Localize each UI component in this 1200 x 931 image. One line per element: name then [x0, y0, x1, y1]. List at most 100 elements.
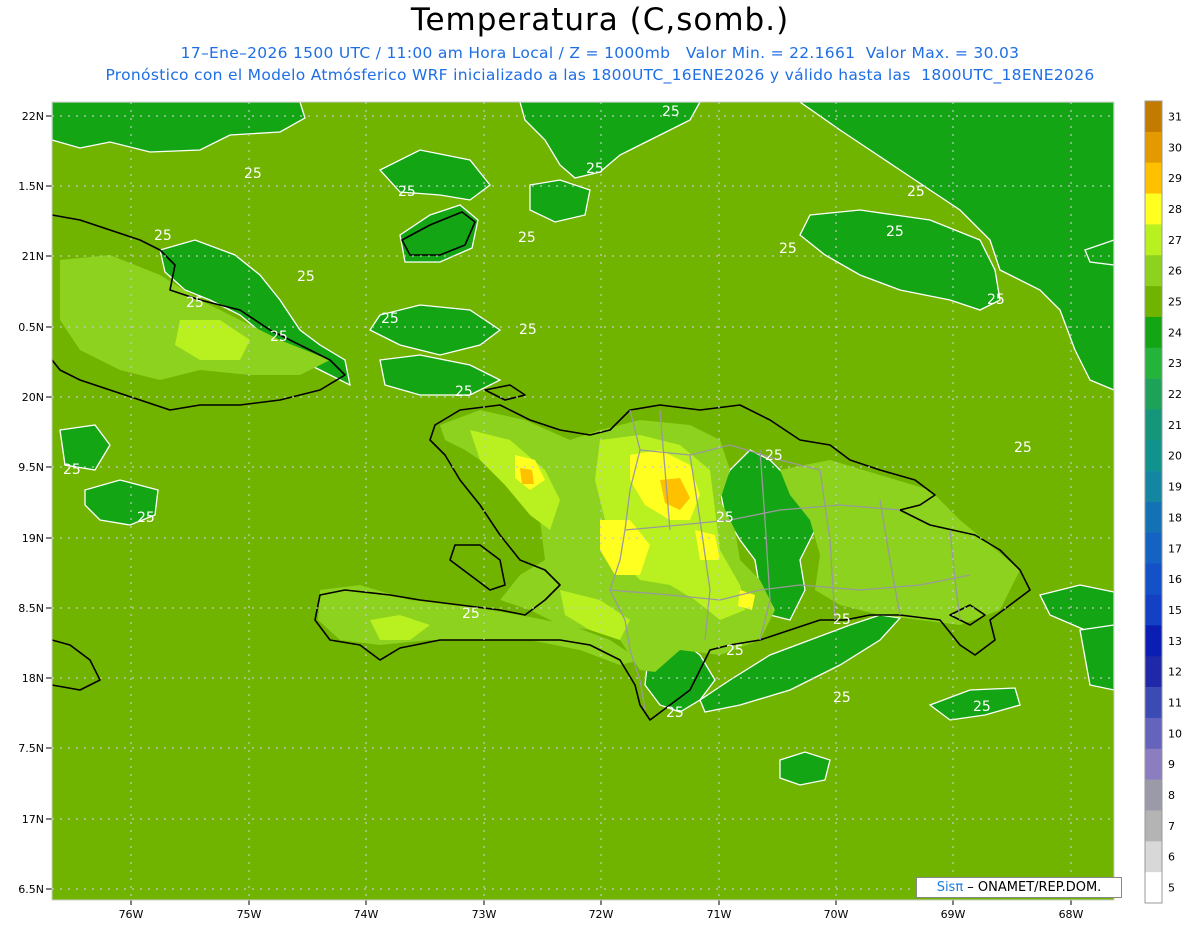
- lat-label: 22N: [22, 110, 44, 123]
- colorbar-label: 12: [1168, 666, 1182, 679]
- contour-label: 25: [779, 241, 797, 257]
- colorbar-label: 9: [1168, 758, 1175, 771]
- colorbar-swatch: [1145, 717, 1162, 750]
- colorbar-swatch: [1145, 872, 1162, 904]
- lat-label: 18N: [22, 672, 44, 685]
- colorbar-swatch: [1145, 656, 1162, 688]
- colorbar-label: 10: [1168, 727, 1182, 740]
- colorbar-swatch: [1145, 471, 1162, 503]
- contour-label: 25: [1014, 440, 1032, 456]
- colorbar-swatch: [1145, 502, 1162, 534]
- colorbar-swatch: [1145, 841, 1162, 873]
- colorbar-swatch: [1145, 810, 1162, 842]
- colorbar-swatch: [1145, 255, 1162, 287]
- lat-label: 20N: [22, 391, 44, 404]
- contour-label: 25: [154, 228, 172, 244]
- lon-labels: 76W 75W 74W 73W 72W 71W 70W 69W 68W: [119, 908, 1084, 921]
- colorbar-swatch: [1145, 625, 1162, 657]
- colorbar-swatch: [1145, 779, 1162, 811]
- colorbar-label: 6: [1168, 851, 1175, 864]
- lon-label: 72W: [589, 908, 614, 921]
- contour-label: 25: [765, 448, 783, 464]
- lon-label: 76W: [119, 908, 144, 921]
- colorbar-label: 20: [1168, 450, 1182, 463]
- colorbar-swatch: [1145, 286, 1162, 318]
- colorbar-label: 30: [1168, 141, 1182, 154]
- lon-label: 73W: [472, 908, 497, 921]
- colorbar-swatch: [1145, 409, 1162, 441]
- colorbar-swatch: [1145, 748, 1162, 780]
- colorbar-label: 13: [1168, 635, 1182, 648]
- credit-box: Sisπ – ONAMET/REP.DOM.: [916, 877, 1122, 898]
- contour-label: 25: [666, 705, 684, 721]
- colorbar-swatch: [1145, 162, 1162, 194]
- colorbar-label: 16: [1168, 573, 1182, 586]
- colorbar-label: 27: [1168, 234, 1182, 247]
- contour-label: 25: [186, 295, 204, 311]
- lon-label: 74W: [354, 908, 379, 921]
- colorbar-swatch: [1145, 563, 1162, 595]
- contour-label: 25: [662, 104, 680, 120]
- contour-label: 25: [886, 224, 904, 240]
- lon-label: 70W: [824, 908, 849, 921]
- colorbar-label: 7: [1168, 820, 1175, 833]
- lat-label: 19N: [22, 532, 44, 545]
- contour-label: 25: [244, 166, 262, 182]
- contour-label: 25: [519, 322, 537, 338]
- colorbar-swatch: [1145, 224, 1162, 256]
- contour-label: 25: [270, 329, 288, 345]
- lon-label: 75W: [237, 908, 262, 921]
- colorbar: 31 30 29 28 27 26 25 24 23 22 21 20 19 18 17 16 15 13 12 11…: [1144, 100, 1182, 904]
- contour-label: 25: [381, 311, 399, 327]
- contour-label: 25: [726, 643, 744, 659]
- contour-label: 25: [297, 269, 315, 285]
- lon-label: 69W: [941, 908, 966, 921]
- lat-label: 6.5N: [18, 883, 44, 896]
- contour-label: 25: [455, 384, 473, 400]
- lat-label: 21N: [22, 250, 44, 263]
- colorbar-label: 19: [1168, 481, 1182, 494]
- lat-label: 8.5N: [18, 602, 44, 615]
- colorbar-swatch: [1145, 193, 1162, 225]
- colorbar-label: 23: [1168, 357, 1182, 370]
- lat-labels: 22N 1.5N 21N 0.5N 20N 9.5N 19N 8.5N 18N …: [18, 110, 44, 896]
- colorbar-swatch: [1145, 440, 1162, 472]
- map-area: 25 25 25 25 25 25 25 25 25 25 25 25 25 2…: [0, 0, 1200, 931]
- colorbar-swatch: [1145, 687, 1162, 719]
- colorbar-swatch: [1145, 532, 1162, 564]
- lon-label: 71W: [707, 908, 732, 921]
- contour-label: 25: [987, 292, 1005, 308]
- contour-label: 25: [973, 699, 991, 715]
- contour-label: 25: [518, 230, 536, 246]
- colorbar-label: 25: [1168, 296, 1182, 309]
- lat-label: 7.5N: [18, 742, 44, 755]
- colorbar-label: 31: [1168, 110, 1182, 123]
- colorbar-swatch: [1145, 316, 1162, 349]
- colorbar-label: 18: [1168, 511, 1182, 524]
- lon-label: 68W: [1059, 908, 1084, 921]
- colorbar-label: 17: [1168, 542, 1182, 555]
- lat-label: 9.5N: [18, 461, 44, 474]
- colorbar-swatch: [1145, 594, 1162, 626]
- lat-label: 0.5N: [18, 321, 44, 334]
- lat-label: 17N: [22, 813, 44, 826]
- contour-label: 25: [63, 462, 81, 478]
- sispi-logo-text: Sisπ: [936, 880, 964, 895]
- colorbar-label: 22: [1168, 388, 1182, 401]
- colorbar-label: 5: [1168, 882, 1175, 895]
- contour-label: 25: [137, 510, 155, 526]
- colorbar-label: 28: [1168, 203, 1182, 216]
- colorbar-label: 29: [1168, 172, 1182, 185]
- colorbar-label: 24: [1168, 326, 1182, 339]
- colorbar-swatch: [1145, 101, 1162, 133]
- credit-text: – ONAMET/REP.DOM.: [963, 880, 1102, 895]
- lat-label: 1.5N: [18, 180, 44, 193]
- colorbar-swatch: [1145, 347, 1162, 379]
- colorbar-label: 11: [1168, 697, 1182, 710]
- colorbar-swatch: [1145, 378, 1162, 410]
- colorbar-label: 15: [1168, 604, 1182, 617]
- colorbar-swatch: [1145, 131, 1162, 163]
- colorbar-label: 21: [1168, 419, 1182, 432]
- colorbar-label: 8: [1168, 789, 1175, 802]
- colorbar-label: 26: [1168, 265, 1182, 278]
